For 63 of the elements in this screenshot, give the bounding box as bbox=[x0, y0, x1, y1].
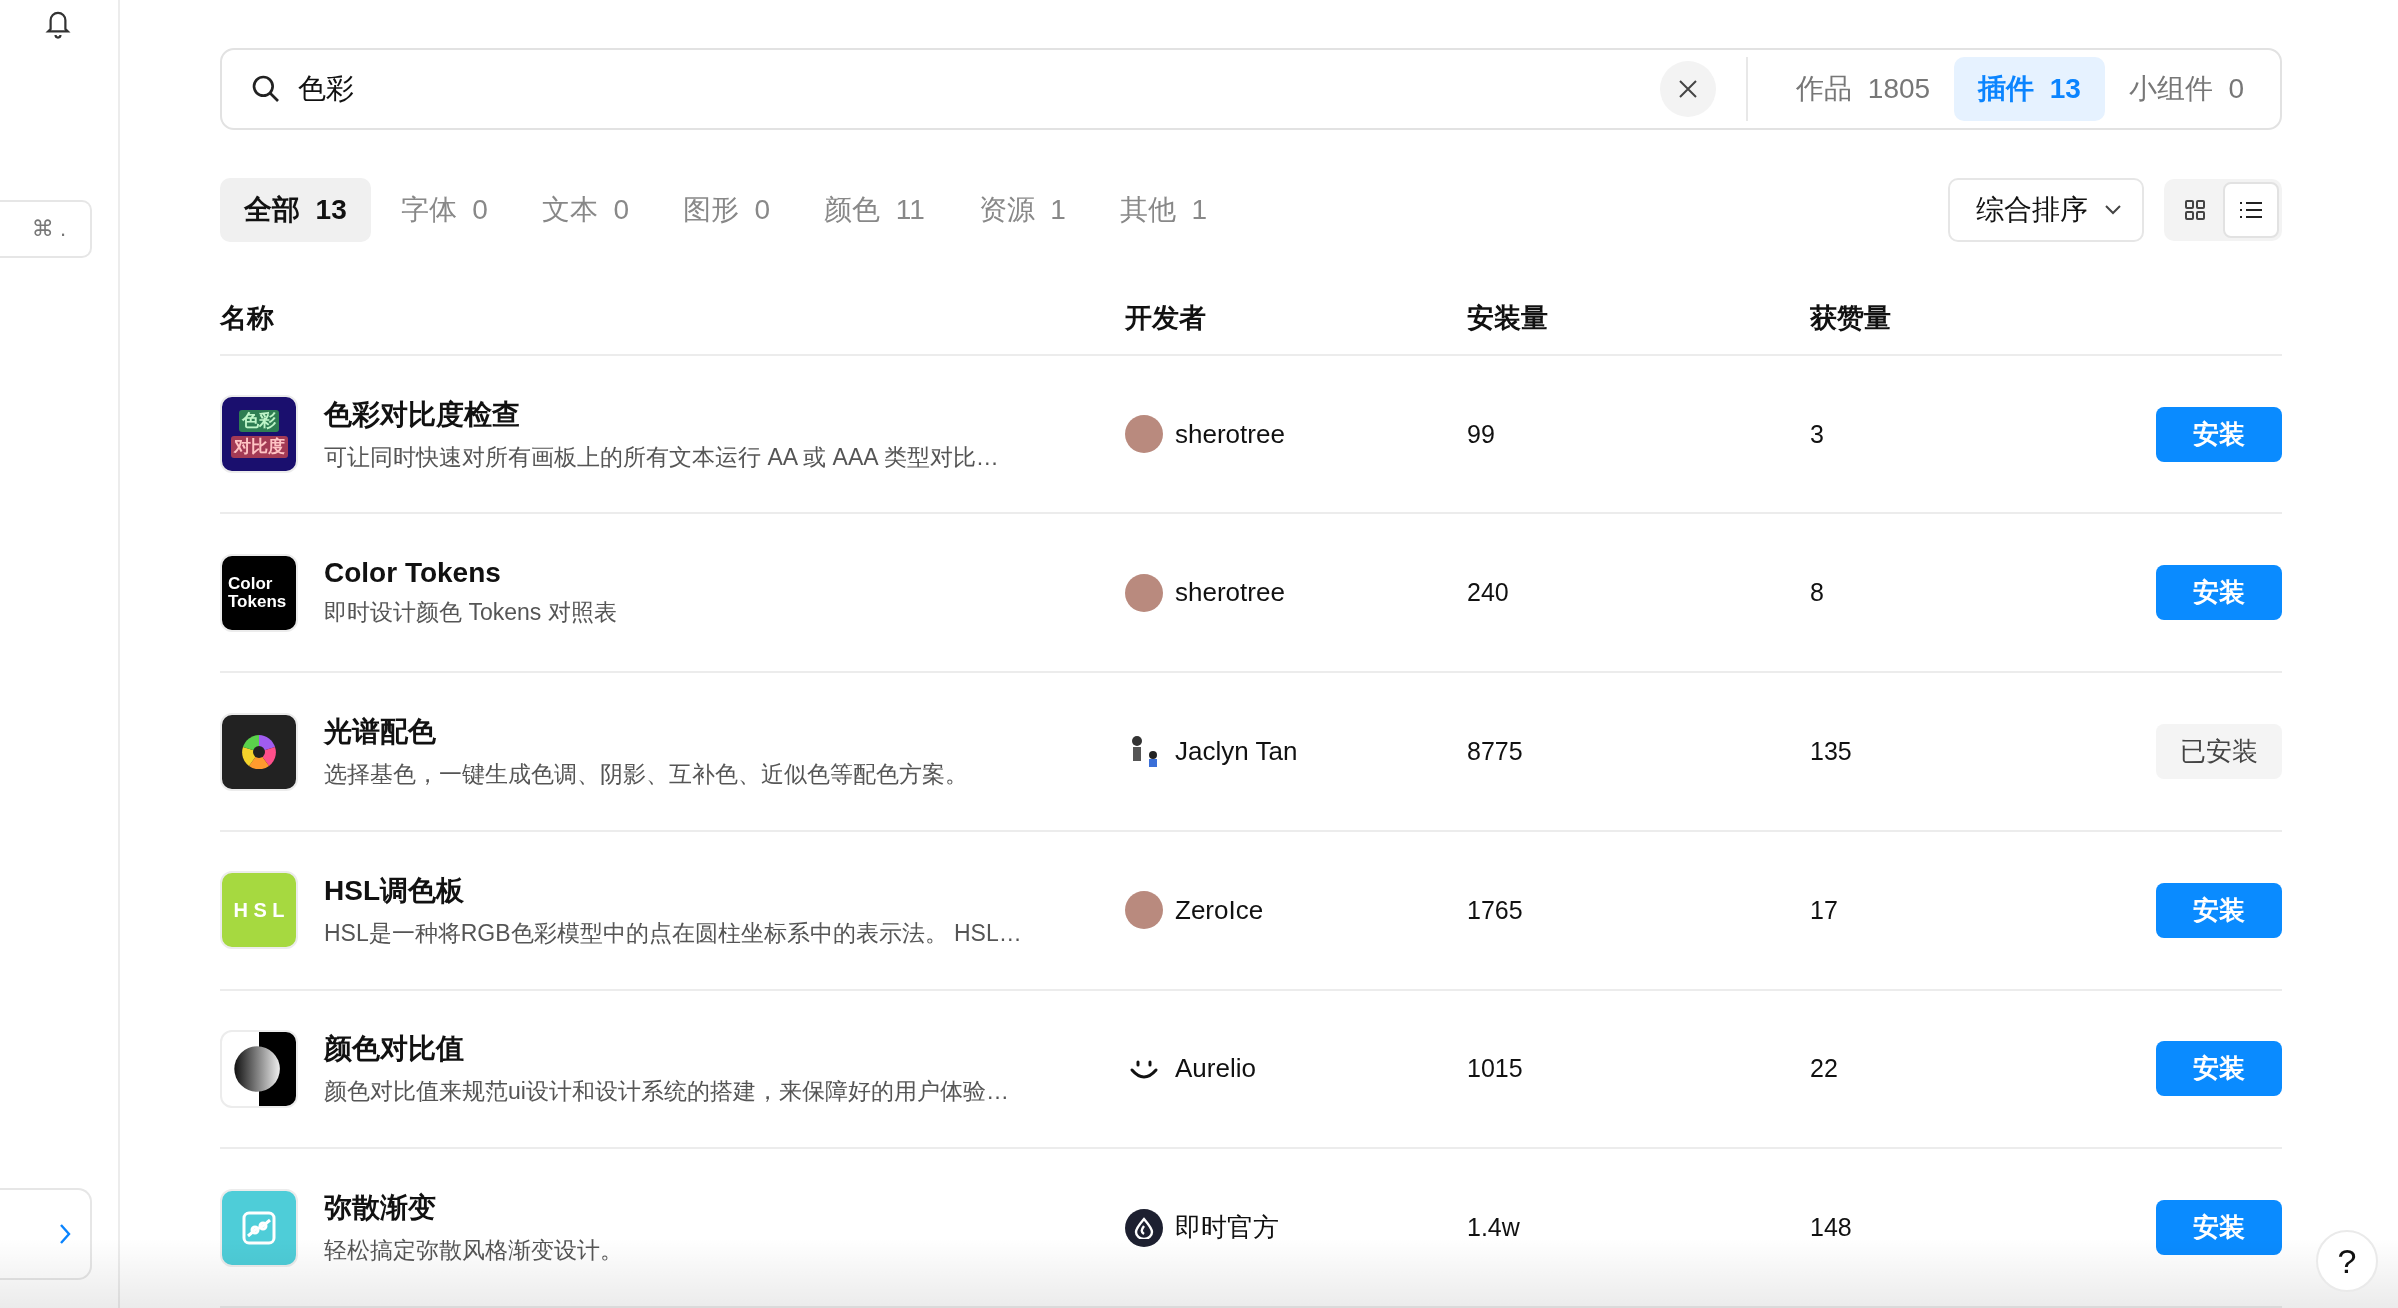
column-header: 开发者 bbox=[1125, 302, 1207, 336]
avatar bbox=[1125, 415, 1163, 454]
chevron-right-icon bbox=[58, 1222, 72, 1246]
avatar bbox=[1125, 573, 1163, 612]
category-tab[interactable]: 资源 1 bbox=[954, 178, 1090, 243]
shortcut-hint: ⌘ . bbox=[0, 200, 92, 258]
developer-name[interactable]: sherotree bbox=[1175, 577, 1285, 609]
plugin-description: 轻松搞定弥散风格渐变设计。 bbox=[324, 1236, 623, 1266]
grid-icon bbox=[2183, 198, 2207, 223]
icon-label: H S L bbox=[233, 898, 285, 922]
plugin-description: 颜色对比值来规范ui设计和设计系统的搭建，来保障好的用户体验… bbox=[324, 1077, 1009, 1107]
like-count: 22 bbox=[1810, 1054, 1839, 1084]
plugin-name[interactable]: 光谱配色 bbox=[324, 713, 968, 751]
developer-name[interactable]: sherotree bbox=[1175, 418, 1285, 450]
plugin-name[interactable]: Color Tokens bbox=[324, 557, 617, 590]
column-header: 名称 bbox=[220, 302, 275, 336]
plugin-description: 选择基色，一键生成色调、阴影、互补色、近似色等配色方案。 bbox=[324, 760, 968, 789]
install-count: 1765 bbox=[1467, 895, 1524, 925]
install-count: 240 bbox=[1467, 578, 1510, 608]
avatar bbox=[1125, 891, 1163, 930]
plugin-name[interactable]: 弥散渐变 bbox=[324, 1189, 623, 1228]
category-tab[interactable]: 文本 0 bbox=[517, 178, 653, 243]
like-count: 148 bbox=[1810, 1213, 1853, 1243]
plugin-description: HSL是一种将RGB色彩模型中的点在圆柱坐标系中的表示法。 HSL… bbox=[324, 918, 1022, 948]
plugin-name[interactable]: 颜色对比值 bbox=[324, 1030, 1009, 1069]
install-count: 99 bbox=[1467, 419, 1496, 449]
developer-name[interactable]: 即时官方 bbox=[1175, 1210, 1279, 1246]
icon-label: 色彩 bbox=[239, 410, 279, 433]
install-count: 8775 bbox=[1467, 737, 1524, 766]
installed-button[interactable]: 已安装 bbox=[2156, 724, 2282, 779]
icon-label: Tokens bbox=[228, 592, 287, 611]
icon-label: 对比度 bbox=[230, 436, 288, 459]
list-view-button[interactable] bbox=[2223, 182, 2279, 239]
like-count: 8 bbox=[1810, 578, 1825, 608]
like-count: 3 bbox=[1810, 419, 1825, 449]
category-tab[interactable]: 其他 1 bbox=[1095, 178, 1232, 243]
category-tab[interactable]: 字体 0 bbox=[376, 178, 512, 243]
developer-name[interactable]: ZeroIce bbox=[1175, 894, 1264, 926]
install-count: 1.4w bbox=[1467, 1213, 1521, 1243]
search-field[interactable]: 色彩 作品 1805 插件 13 小组件 0 bbox=[220, 48, 2282, 131]
sort-dropdown[interactable]: 综合排序 bbox=[1948, 178, 2144, 243]
column-header: 安装量 bbox=[1467, 302, 1549, 336]
developer-name[interactable]: Jaclyn Tan bbox=[1175, 736, 1298, 767]
like-count: 17 bbox=[1810, 895, 1839, 925]
plugin-name[interactable]: 色彩对比度检查 bbox=[324, 395, 999, 434]
developer-name[interactable]: Aurelio bbox=[1175, 1053, 1256, 1085]
help-button[interactable]: ? bbox=[2316, 1230, 2378, 1292]
chevron-down-icon bbox=[2104, 204, 2122, 217]
category-tab[interactable]: 颜色 11 bbox=[800, 178, 949, 243]
plugin-description: 即时设计颜色 Tokens 对照表 bbox=[324, 598, 617, 628]
category-tab[interactable]: 图形 0 bbox=[659, 178, 795, 243]
install-count: 1015 bbox=[1467, 1054, 1524, 1084]
plugin-description: 可让同时快速对所有画板上的所有文本运行 AA 或 AAA 类型对比… bbox=[324, 442, 999, 472]
chart-icon bbox=[241, 1209, 277, 1246]
scope-tab[interactable]: 作品 1805 bbox=[1772, 57, 1955, 122]
category-tab[interactable]: 全部 13 bbox=[220, 178, 371, 243]
color-wheel-icon bbox=[242, 734, 276, 769]
icon-label: Color bbox=[228, 574, 273, 593]
like-count: 135 bbox=[1810, 737, 1853, 766]
scope-tab[interactable]: 小组件 0 bbox=[2104, 57, 2268, 122]
plugin-name[interactable]: HSL调色板 bbox=[324, 871, 1022, 910]
column-header: 获赞量 bbox=[1810, 302, 1892, 336]
drop-avatar bbox=[1125, 1208, 1163, 1247]
